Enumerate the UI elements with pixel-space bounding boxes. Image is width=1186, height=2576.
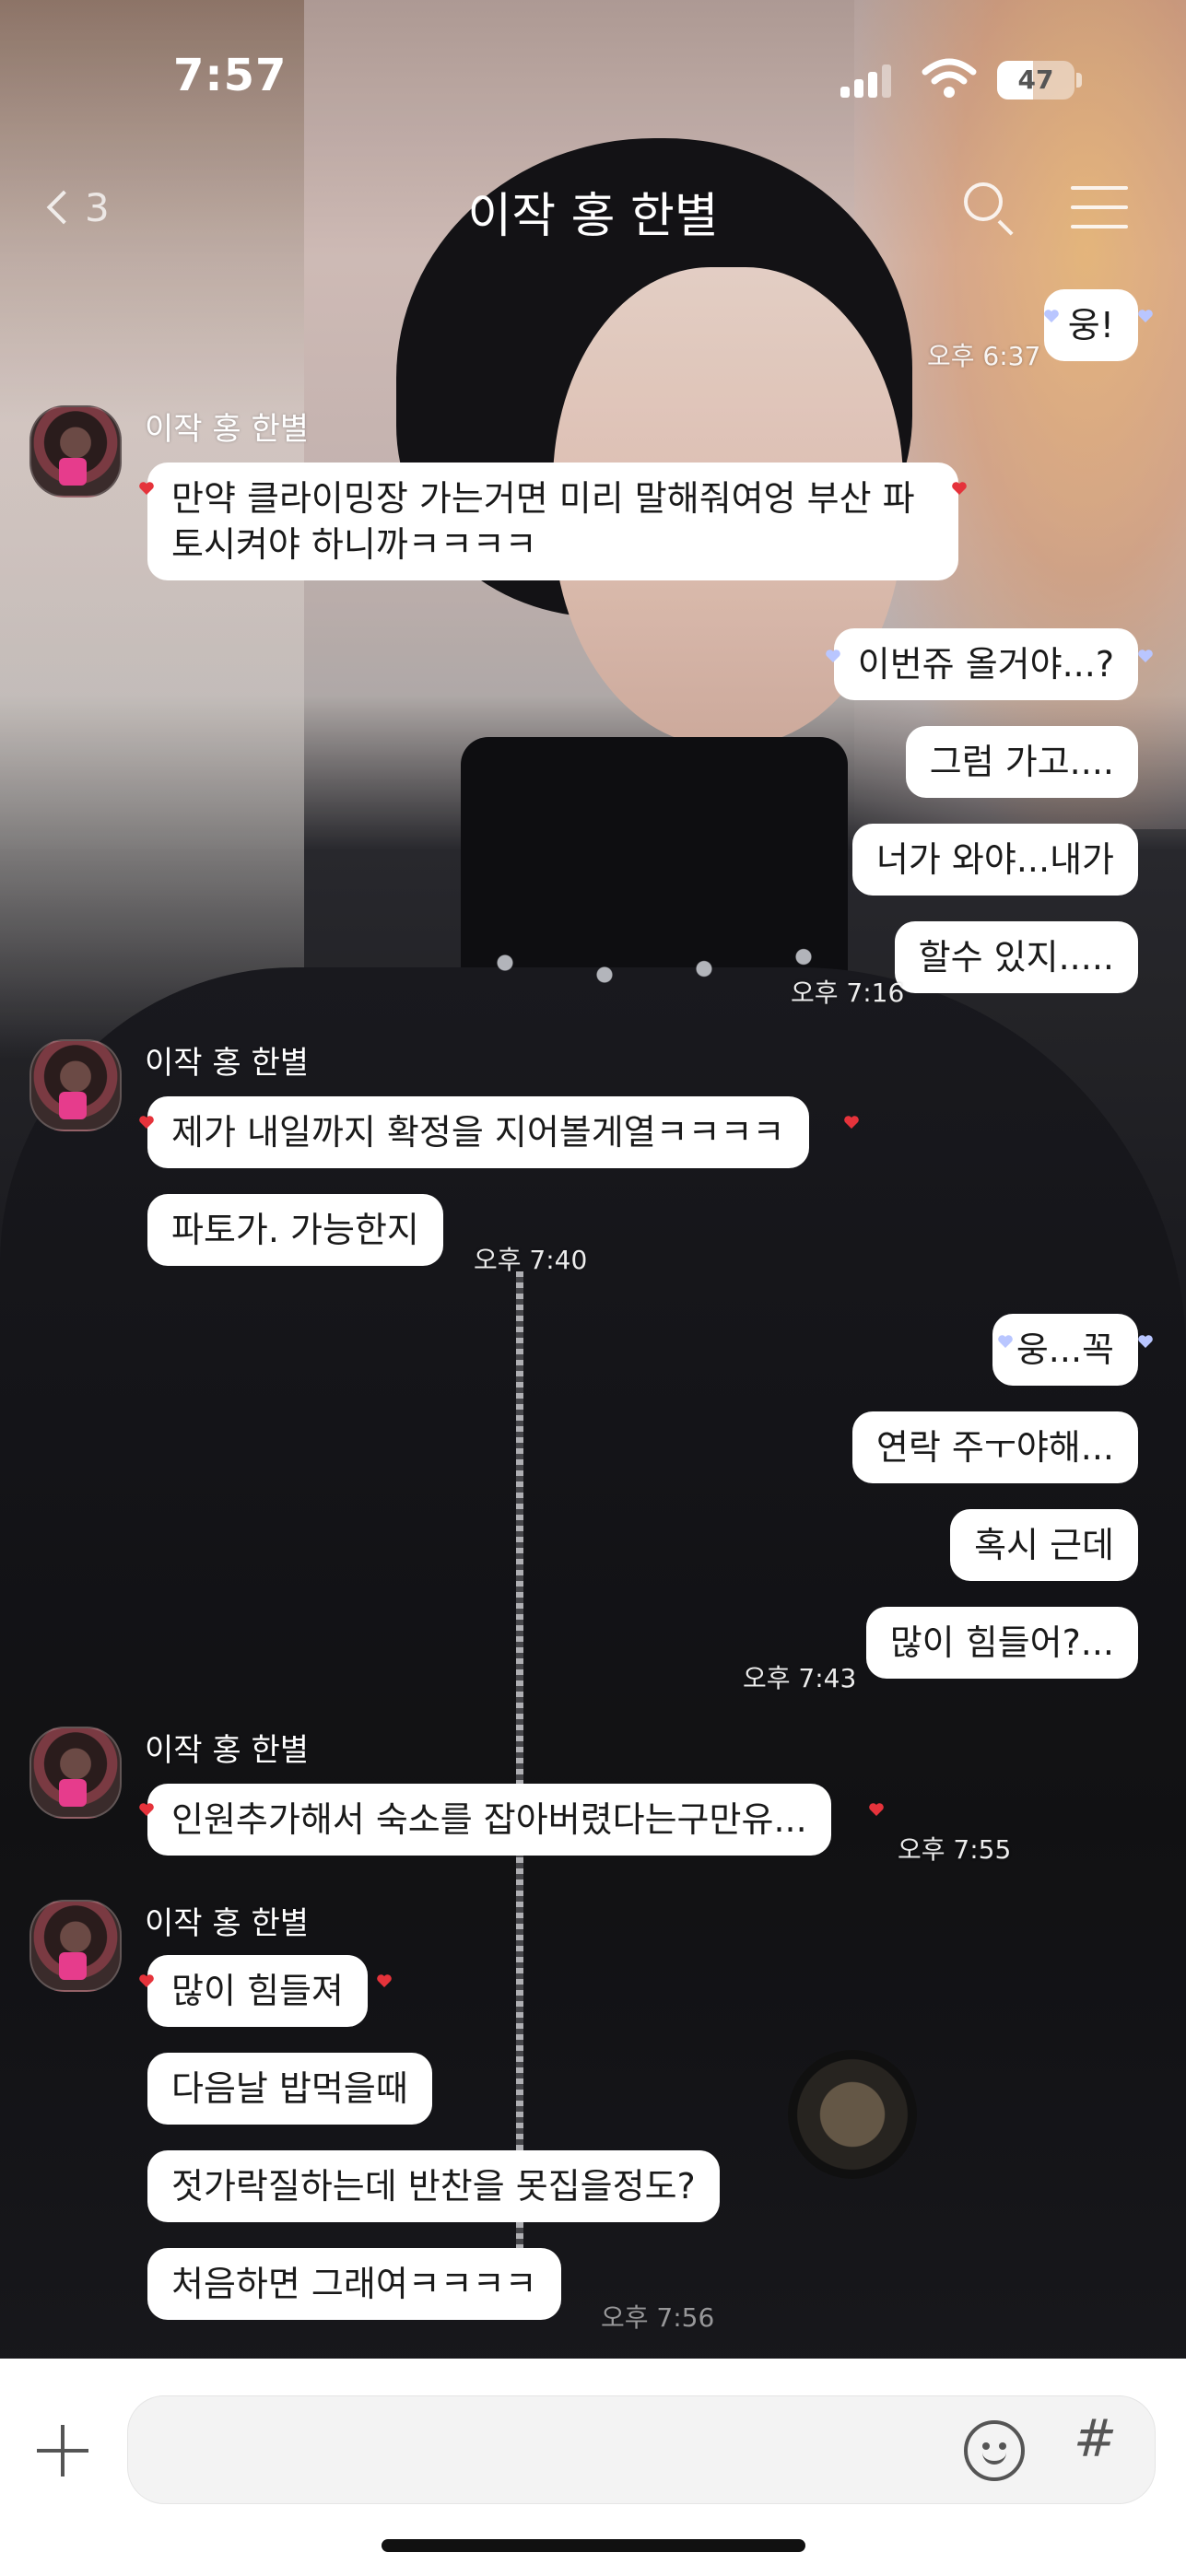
- signal-icon: [840, 64, 892, 98]
- my-message-bubble[interactable]: 많이 힘들어?...: [865, 1607, 1138, 1679]
- home-indicator[interactable]: [382, 2539, 805, 2552]
- message-text: 많이 힘들져: [171, 1971, 344, 2011]
- other-message-bubble[interactable]: 다음날 밥먹을때: [147, 2053, 432, 2125]
- chat-message-list[interactable]: 웅! 오후 6:37 이작 홍 한별 만약 클라이밍장 가는거면 미리 말해줘여…: [0, 258, 1186, 2359]
- heart-icon: [997, 1334, 1014, 1349]
- message-time: 오후 7:56: [601, 2302, 715, 2333]
- heart-icon: [138, 1115, 155, 1130]
- my-message-bubble[interactable]: 할수 있지.....: [894, 921, 1138, 993]
- heart-icon: [138, 1973, 155, 1988]
- avatar[interactable]: [29, 1900, 122, 1992]
- chat-header: 3 이작 홍 한별: [0, 157, 1186, 258]
- message-text: 인원추가해서 숙소를 잡아버렸다는구만유...: [171, 1799, 807, 1840]
- message-time: 오후 7:55: [898, 1834, 1012, 1865]
- sender-name: 이작 홍 한별: [145, 1045, 310, 1082]
- search-button[interactable]: [960, 179, 1019, 238]
- message-text: 제가 내일까지 확정을 지어볼게열ㅋㅋㅋㅋ: [171, 1112, 785, 1153]
- search-icon: [964, 182, 1003, 221]
- message-time: 오후 7:40: [474, 1245, 588, 1275]
- avatar[interactable]: [29, 405, 122, 498]
- message-field[interactable]: #: [127, 2395, 1156, 2504]
- message-time: 오후 7:43: [743, 1663, 857, 1693]
- sender-name: 이작 홍 한별: [145, 411, 310, 448]
- add-button[interactable]: [37, 2423, 92, 2478]
- status-bar: 7:57 47: [0, 0, 1186, 147]
- heart-icon: [951, 481, 968, 496]
- message-text: 연락 주ㅜ야해...: [875, 1427, 1114, 1468]
- my-message-bubble[interactable]: 너가 와야...내가: [851, 824, 1138, 896]
- heart-icon: [1137, 309, 1154, 323]
- my-message-bubble[interactable]: 혹시 근데: [950, 1509, 1138, 1581]
- status-time: 7:57: [173, 50, 288, 101]
- wifi-icon: [922, 58, 977, 98]
- other-message-bubble[interactable]: 파토가. 가능한지: [147, 1194, 443, 1266]
- message-text: 파토가. 가능한지: [171, 1210, 419, 1250]
- my-message-bubble[interactable]: 웅!: [1043, 289, 1138, 361]
- message-text: 많이 힘들어?...: [889, 1622, 1114, 1663]
- other-message-bubble[interactable]: 제가 내일까지 확정을 지어볼게열ㅋㅋㅋㅋ: [147, 1096, 809, 1168]
- heart-icon: [825, 649, 841, 663]
- emoji-button[interactable]: [964, 2420, 1025, 2481]
- avatar[interactable]: [29, 1727, 122, 1819]
- message-text: 웅!: [1067, 305, 1114, 345]
- other-message-bubble[interactable]: 만약 클라이밍장 가는거면 미리 말해줘여엉 부산 파토시켜야 하니까ㅋㅋㅋㅋ: [147, 463, 958, 580]
- menu-button[interactable]: [1071, 182, 1128, 232]
- other-message-bubble[interactable]: 처음하면 그래여ㅋㅋㅋㅋ: [147, 2248, 561, 2320]
- heart-icon: [376, 1973, 393, 1988]
- message-text: 처음하면 그래여ㅋㅋㅋㅋ: [171, 2264, 537, 2304]
- my-message-bubble[interactable]: 이번쥬 올거야...?: [833, 628, 1138, 700]
- message-text: 웅...꼭: [1016, 1329, 1114, 1370]
- battery-percent: 47: [1017, 64, 1054, 95]
- message-text: 젓가락질하는데 반찬을 못집을정도?: [171, 2166, 696, 2207]
- my-message-bubble[interactable]: 그럼 가고....: [905, 726, 1138, 798]
- emoji-icon: [982, 2442, 990, 2450]
- message-time: 오후 7:16: [791, 978, 905, 1008]
- message-text: 이번쥬 올거야...?: [857, 644, 1114, 685]
- sender-name: 이작 홍 한별: [145, 1732, 310, 1769]
- message-text: 그럼 가고....: [929, 742, 1114, 782]
- message-input[interactable]: [156, 2424, 967, 2477]
- heart-icon: [868, 1802, 885, 1817]
- message-time: 오후 6:37: [927, 341, 1041, 371]
- menu-icon: [1071, 186, 1128, 190]
- heart-icon: [1043, 309, 1060, 323]
- message-text: 할수 있지.....: [918, 937, 1114, 978]
- hash-button[interactable]: #: [1074, 2409, 1117, 2469]
- avatar[interactable]: [29, 1039, 122, 1131]
- other-message-bubble[interactable]: 젓가락질하는데 반찬을 못집을정도?: [147, 2150, 720, 2222]
- other-message-bubble[interactable]: 많이 힘들져: [147, 1955, 368, 2027]
- sender-name: 이작 홍 한별: [145, 1905, 310, 1942]
- message-text: 혹시 근데: [974, 1525, 1114, 1565]
- message-text: 너가 와야...내가: [875, 839, 1114, 880]
- battery-icon: 47: [997, 61, 1082, 100]
- other-message-bubble[interactable]: 인원추가해서 숙소를 잡아버렸다는구만유...: [147, 1784, 831, 1856]
- heart-icon: [1137, 1334, 1154, 1349]
- heart-icon: [138, 1802, 155, 1817]
- heart-icon: [138, 481, 155, 496]
- heart-icon: [843, 1115, 860, 1130]
- heart-icon: [1137, 649, 1154, 663]
- message-text: 다음날 밥먹을때: [171, 2068, 408, 2109]
- my-message-bubble[interactable]: 연락 주ㅜ야해...: [851, 1411, 1138, 1483]
- message-text: 만약 클라이밍장 가는거면 미리 말해줘여엉 부산 파토시켜야 하니까ㅋㅋㅋㅋ: [171, 478, 915, 565]
- my-message-bubble[interactable]: 웅...꼭: [992, 1314, 1138, 1386]
